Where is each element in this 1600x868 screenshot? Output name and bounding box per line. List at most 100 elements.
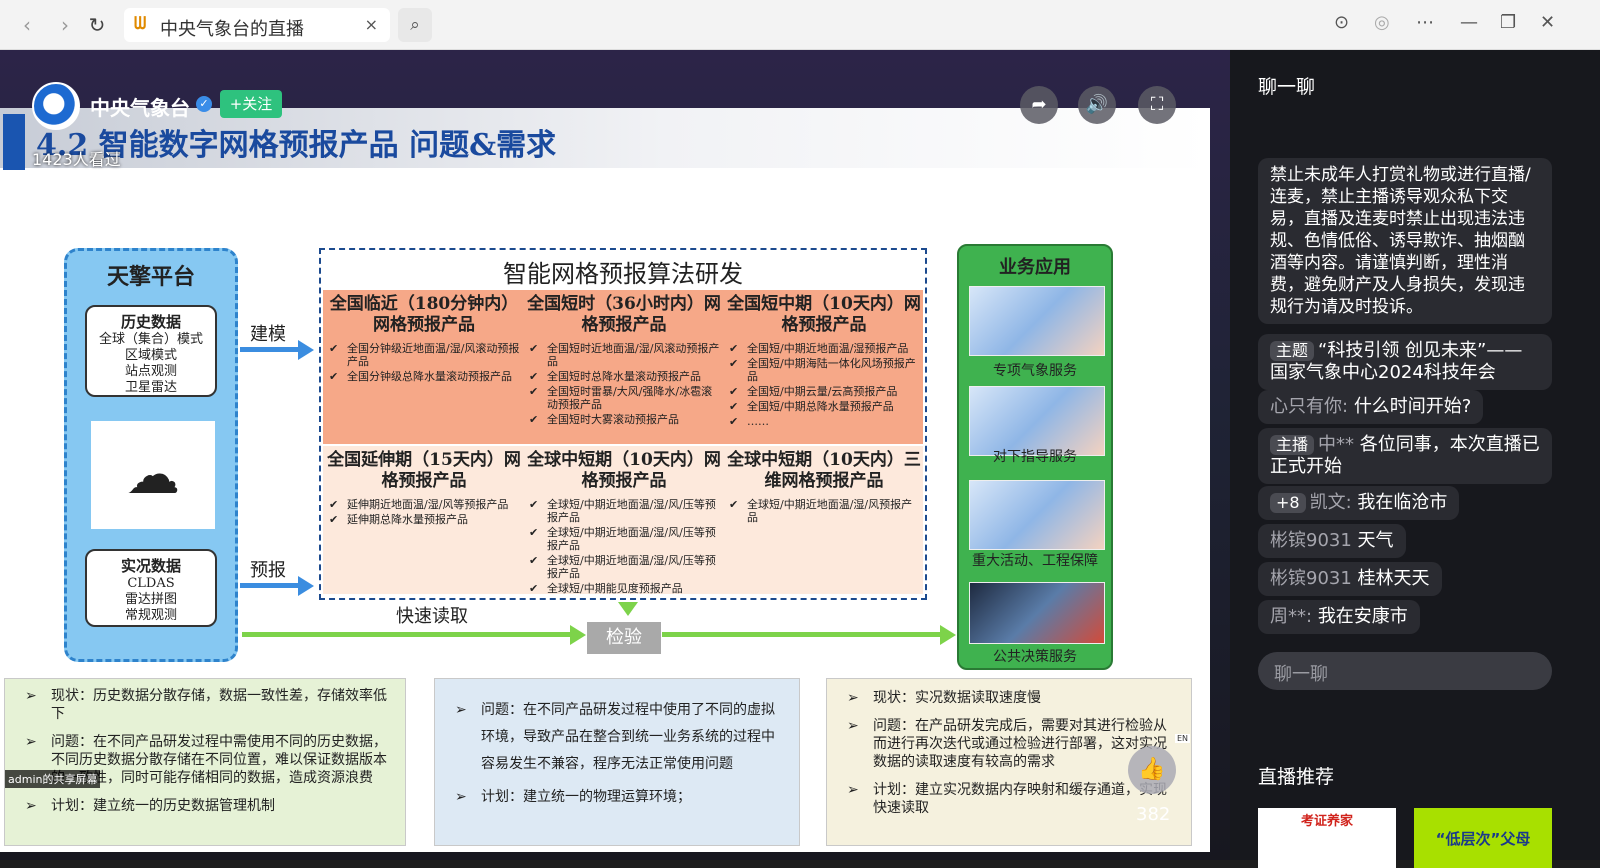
chat-user[interactable]: 彬镔9031 [1270,568,1352,589]
cell-item: …… [725,415,923,428]
minimize-icon[interactable]: — [1460,12,1478,33]
chat-user[interactable]: 中** [1318,434,1354,455]
chat-text: 什么时间开始? [1353,396,1472,417]
tab-favicon-icon: ᗯ [134,14,147,34]
share-icon[interactable]: ➦ [1020,86,1058,124]
arrow-fast-read-head [570,625,586,645]
arrow-model [240,347,300,352]
algorithm-heading: 智能网格预报算法研发 [503,260,743,288]
history-line: 卫星雷达 [124,380,177,395]
business-thumbnail [969,480,1105,550]
cell-item: 全球短/中期近地面温/湿/风/压等预报产品 [525,498,723,524]
chat-text: 我在安康市 [1317,606,1408,627]
volume-icon[interactable]: 🔊 [1078,86,1116,124]
note-box: 问题：在不同产品研发过程中使用了不同的虚拟环境，导致产品在整合到统一业务系统的过… [434,678,800,846]
history-title: 历史数据 [120,313,181,331]
more-icon[interactable]: ⋯ [1416,12,1434,33]
arrow-to-business-head [940,625,956,645]
chat-message: 彬镔9031 天气 [1258,524,1406,558]
business-item: 专项气象服务 [993,363,1077,379]
chat-heading: 聊一聊 [1258,76,1316,98]
like-button[interactable]: 👍 [1128,746,1176,794]
chat-user[interactable]: 彬镔9031 [1270,530,1352,551]
realtime-line: CLDAS [127,576,175,591]
arrow-to-business [662,632,942,637]
product-cell: 全国短时（36小时内）网格预报产品 全国短时近地面温/湿/风滚动预报产品全国短时… [525,294,723,428]
realtime-data-box: 实况数据 CLDAS 雷达拼图 常规观测 [85,549,217,627]
chat-user[interactable]: 凯文: [1310,492,1352,513]
cell-item: 全国分钟级近地面温/湿/风滚动预报产品 [325,342,523,368]
download-icon[interactable]: ⊙ [1334,12,1349,33]
note-line: 计划：建立统一的历史数据管理机制 [5,797,405,815]
cell-item: 全国分钟级总降水量滚动预报产品 [325,370,523,383]
chat-message: 主播 中** 各位同事，本次直播已正式开始 [1258,428,1552,484]
product-cell: 全国短中期（10天内）网格预报产品 全国短/中期近地面温/湿预报产品全国短/中期… [725,294,923,430]
chat-message: +8 凯文: 我在临沧市 [1258,486,1460,520]
cell-item: 全国短时大雾滚动预报产品 [525,413,723,426]
cell-item: 全国短时总降水量滚动预报产品 [525,370,723,383]
channel-name[interactable]: 中央气象台 [90,92,190,121]
search-icon[interactable]: ⌕ [398,8,432,42]
realtime-line: 常规观测 [124,608,177,623]
chat-user[interactable]: 周**: [1270,606,1312,627]
chat-notice: 禁止未成年人打赏礼物或进行直播/连麦，禁止主播诱导观众私下交易，直播及连麦时禁止… [1258,158,1552,324]
product-cell: 全国临近（180分钟内）网格预报产品 全国分钟级近地面温/湿/风滚动预报产品全国… [325,294,523,385]
follow-button[interactable]: +关注 [220,90,282,118]
arrow-down-to-check [618,602,638,616]
cell-item: 全国短时近地面温/湿/风滚动预报产品 [525,342,723,368]
chat-topic: 主题 “科技引领 创见未来”——国家气象中心2024科技年会 [1258,334,1552,390]
platform-box: 天擎平台 历史数据 全球（集合）模式 区域模式 站点观测 卫星雷达 ☁ 实况数据… [64,248,238,662]
chat-text: 我在临沧市 [1357,492,1448,513]
cell-item: 延伸期总降水量预报产品 [325,513,523,526]
browser-tab[interactable]: ᗯ 中央气象台的直播 × [124,8,390,42]
chat-text: 天气 [1357,530,1394,551]
tab-close-button[interactable]: × [365,15,378,34]
recommend-heading: 直播推荐 [1258,766,1335,788]
check-box: 检验 [587,622,661,654]
plus-tag: +8 [1270,493,1306,513]
business-item: 公共决策服务 [993,649,1077,665]
realtime-title: 实况数据 [120,557,181,575]
chat-message: 心只有你: 什么时间开始? [1258,390,1484,424]
label-fast-read: 快速读取 [396,606,468,627]
realtime-line: 雷达拼图 [124,592,177,607]
cell-item: 全球短/中期近地面温/湿/风/压等预报产品 [525,554,723,580]
restore-icon[interactable]: ❐ [1500,12,1516,33]
cell-title: 全球中短期（10天内）三维网格预报产品 [727,450,921,491]
screen-share-label: admin的共享屏幕 [5,770,101,788]
cell-item: 全国短/中期近地面温/湿预报产品 [725,342,923,355]
arrow-forecast-head [298,576,314,596]
translate-icon[interactable]: ◎ [1374,12,1390,33]
cell-item: 全球短/中期近地面温/湿/风预报产品 [725,498,923,524]
business-thumbnail [969,582,1105,644]
cell-title: 全国临近（180分钟内）网格预报产品 [329,294,519,335]
chat-message: 彬镔9031 桂林天天 [1258,562,1442,596]
cloud-server-icon: ☁ [91,421,215,529]
arrow-fast-read [242,632,572,637]
cell-item: 全国短/中期总降水量预报产品 [725,400,923,413]
arrow-model-head [298,340,314,360]
reload-icon[interactable]: ↻ [84,12,110,38]
chat-text: 桂林天天 [1357,568,1430,589]
video-player[interactable]: 4.2 智能数字网格预报产品 问题&需求 天擎平台 历史数据 全球（集合）模式 … [0,50,1230,860]
close-window-icon[interactable]: ✕ [1540,12,1555,33]
recommend-card[interactable]: 考证养家 [1258,808,1396,868]
history-data-box: 历史数据 全球（集合）模式 区域模式 站点观测 卫星雷达 [85,305,217,397]
host-tag: 主播 [1270,435,1315,455]
cell-item: 全球短/中期近地面温/湿/风/压等预报产品 [525,526,723,552]
verified-icon: ✓ [196,96,212,112]
business-thumbnail [969,286,1105,356]
like-count: 382 [1136,804,1171,825]
chat-user[interactable]: 心只有你: [1270,396,1348,417]
topic-tag: 主题 [1270,341,1315,361]
tab-title: 中央气象台的直播 [160,19,304,40]
recommend-card[interactable]: “低层次”父母 [1414,808,1552,868]
forward-icon[interactable]: › [52,12,78,38]
fullscreen-icon[interactable]: ⛶ [1138,86,1176,124]
cell-item: 全球短/中期能见度预报产品 [525,582,723,595]
channel-logo[interactable] [32,82,80,130]
note-line: 现状：实况数据读取速度慢 [827,689,1191,707]
cell-title: 全国延伸期（15天内）网格预报产品 [327,450,521,491]
chat-input[interactable]: 聊一聊 [1258,652,1552,690]
back-icon[interactable]: ‹ [14,12,40,38]
